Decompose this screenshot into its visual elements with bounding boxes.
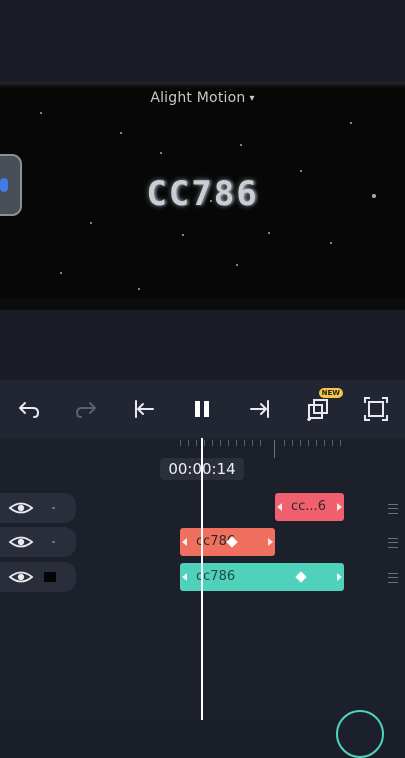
- workspace-gap: [0, 310, 405, 380]
- timeline-panel[interactable]: 00:00:14 cc...6 cc786 cc786: [0, 438, 405, 720]
- redo-icon: [76, 402, 96, 418]
- noise-dot: [372, 194, 376, 198]
- noise-dot: [350, 122, 352, 124]
- noise-dot: [330, 242, 332, 244]
- ruler-tick: [316, 440, 317, 446]
- keyframe-icon[interactable]: [295, 571, 307, 583]
- skip-to-start-icon: [135, 400, 154, 418]
- clip-end-handle[interactable]: [337, 573, 342, 581]
- preview-bottom-edge: [0, 298, 405, 310]
- redo-button[interactable]: [67, 390, 105, 428]
- skip-to-end-icon: [250, 400, 269, 418]
- playback-toolbar: NEW: [0, 380, 405, 438]
- ruler-tick: [274, 440, 275, 458]
- layer-controls: [0, 562, 76, 592]
- clip-end-handle[interactable]: [268, 538, 273, 546]
- clip-end-handle[interactable]: [337, 503, 342, 511]
- layer-thumbnail: [52, 507, 55, 509]
- eye-icon[interactable]: [8, 568, 34, 586]
- drag-handle-icon[interactable]: [388, 538, 398, 548]
- watermark-caret-icon: ▾: [249, 93, 255, 104]
- ruler-tick: [308, 440, 309, 446]
- clip-label: cc...6: [291, 499, 326, 514]
- ruler-tick: [292, 440, 293, 446]
- ruler-tick: [300, 440, 301, 446]
- ruler-tick: [220, 440, 221, 446]
- watermark-text: Alight Motion: [150, 90, 246, 106]
- noise-dot: [90, 222, 92, 224]
- undo-icon: [19, 402, 39, 418]
- ruler-tick: [188, 440, 189, 446]
- clip-start-handle[interactable]: [277, 503, 282, 511]
- ruler-tick: [236, 440, 237, 446]
- clip-start-handle[interactable]: [182, 538, 187, 546]
- noise-dot: [236, 264, 238, 266]
- watermark[interactable]: Alight Motion ▾: [0, 90, 405, 106]
- noise-dot: [60, 272, 62, 274]
- noise-dot: [160, 152, 162, 154]
- ruler-tick: [228, 440, 229, 446]
- canvas-text[interactable]: CC786: [0, 174, 405, 214]
- top-bar-area: [0, 0, 405, 82]
- noise-dot: [120, 132, 122, 134]
- copy-layer-icon: [307, 399, 328, 421]
- eye-icon[interactable]: [8, 533, 34, 551]
- playhead[interactable]: [201, 438, 203, 720]
- noise-dot: [210, 200, 212, 202]
- noise-dot: [182, 234, 184, 236]
- drag-handle-icon[interactable]: [388, 504, 398, 514]
- layer-controls: [0, 493, 76, 523]
- ruler-tick: [260, 440, 261, 446]
- noise-dot: [240, 144, 242, 146]
- skip-to-start-button[interactable]: [125, 390, 163, 428]
- ruler-tick: [252, 440, 253, 446]
- ruler-tick: [284, 440, 285, 446]
- copy-layer-button[interactable]: NEW: [299, 388, 343, 428]
- layer-thumbnail: [44, 572, 56, 582]
- ruler-tick: [332, 440, 333, 446]
- ruler-tick: [196, 440, 197, 446]
- layer-controls: [0, 527, 76, 557]
- eye-icon[interactable]: [8, 499, 34, 517]
- preview-top-edge: [0, 82, 405, 88]
- pause-icon: [195, 401, 209, 417]
- layer-clip[interactable]: cc...6: [275, 493, 344, 521]
- drag-handle-icon[interactable]: [388, 573, 398, 583]
- skip-to-end-button[interactable]: [241, 390, 279, 428]
- layer-clip[interactable]: cc786: [180, 528, 275, 556]
- undo-button[interactable]: [10, 390, 48, 428]
- noise-dot: [40, 112, 42, 114]
- fullscreen-icon: [364, 397, 388, 421]
- pause-button[interactable]: [183, 390, 221, 428]
- ruler-tick: [340, 440, 341, 446]
- clip-start-handle[interactable]: [182, 573, 187, 581]
- add-layer-button[interactable]: [336, 710, 384, 758]
- new-badge: NEW: [318, 388, 343, 398]
- noise-dot: [268, 232, 270, 234]
- layer-thumbnail: [52, 541, 55, 543]
- layer-clip[interactable]: cc786: [180, 563, 344, 591]
- ruler-tick: [204, 440, 205, 446]
- noise-dot: [138, 288, 140, 290]
- time-ruler[interactable]: [180, 438, 345, 458]
- ruler-tick: [180, 440, 181, 446]
- noise-dot: [300, 170, 302, 172]
- fullscreen-button[interactable]: [357, 390, 395, 428]
- ruler-tick: [324, 440, 325, 446]
- ruler-tick: [244, 440, 245, 446]
- video-preview[interactable]: Alight Motion ▾ CC786: [0, 82, 405, 310]
- ruler-tick: [212, 440, 213, 446]
